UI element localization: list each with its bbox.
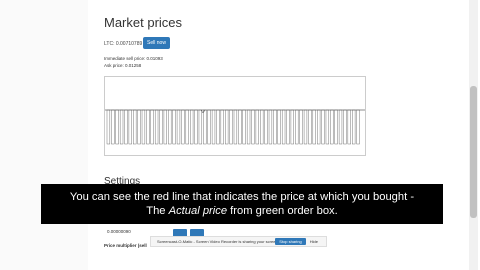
caption-line-2-italic: Actual price	[168, 205, 228, 217]
chart-bar	[325, 109, 330, 145]
chart-bar	[181, 109, 185, 145]
chart-bar	[124, 109, 128, 145]
chart-bar	[137, 109, 141, 145]
chart-bar	[260, 109, 264, 145]
chart-bar	[308, 109, 312, 145]
chart-bar	[185, 109, 189, 145]
chart-bar	[303, 109, 308, 145]
chart-bar	[159, 109, 163, 145]
price-multiplier-label: Price multiplier (sell	[104, 243, 147, 248]
caption-line-2: The Actual price from green order box.	[41, 204, 443, 218]
chart-bar	[163, 109, 167, 145]
chart-bar	[211, 109, 216, 145]
sell-now-button[interactable]: Sell now	[143, 37, 170, 49]
chart-bar	[281, 109, 286, 145]
stop-sharing-button[interactable]: Stop sharing	[275, 238, 306, 245]
caption-line-1: You can see the red line that indicates …	[69, 191, 415, 203]
chart-bar	[251, 109, 255, 145]
chart-bar	[317, 109, 321, 145]
chart-bar	[255, 109, 259, 145]
chart-bar	[238, 109, 242, 145]
left-margin	[0, 0, 88, 270]
chart-bar	[225, 109, 229, 145]
chart-bar	[246, 109, 251, 145]
chart-bar	[172, 109, 176, 145]
chart-bar	[299, 109, 303, 145]
chart-bar	[119, 109, 124, 145]
chart-bar	[216, 109, 220, 145]
ltc-balance: LTC: 0.00710789	[104, 41, 143, 47]
chart-bar	[198, 109, 203, 145]
chart-bar	[338, 109, 343, 145]
caption-line-2-suffix: from green order box.	[227, 205, 338, 217]
price-chart-svg	[105, 109, 365, 145]
caption-line-2-prefix: The	[146, 205, 169, 217]
chart-bar	[286, 109, 290, 145]
hide-button[interactable]: Hide	[310, 239, 318, 244]
chart-bar	[146, 109, 150, 145]
scrollbar-thumb[interactable]	[470, 86, 477, 218]
chart-bar	[106, 109, 111, 145]
chart-bar	[154, 109, 159, 145]
share-notification-text: Screencast-O-Matic - Screen Video Record…	[157, 239, 276, 244]
chart-bar	[352, 109, 356, 145]
chart-bar	[111, 109, 115, 145]
screen-share-notification: Screencast-O-Matic - Screen Video Record…	[150, 236, 327, 247]
ask-price: Ask price: 0.01258	[104, 63, 142, 68]
chart-bar	[133, 109, 137, 145]
chart-bar	[141, 109, 146, 145]
chart-bar	[356, 109, 360, 145]
chart-bar	[343, 109, 347, 145]
chart-bar	[190, 109, 194, 145]
chart-bar	[268, 109, 273, 145]
settings-input-value[interactable]: 0.00000090	[107, 229, 131, 234]
chart-bar	[347, 109, 351, 145]
browser-page: Market prices LTC: 0.00710789 Sell now I…	[0, 0, 480, 270]
video-caption: You can see the red line that indicates …	[41, 184, 443, 224]
chart-bar	[295, 109, 299, 145]
chart-bar	[334, 109, 338, 145]
chart-bar	[264, 109, 268, 145]
chart-bar	[277, 109, 281, 145]
chart-bar	[312, 109, 316, 145]
chart-bar	[115, 109, 119, 145]
chart-bar	[128, 109, 132, 145]
chart-bar	[207, 109, 211, 145]
chart-bar	[290, 109, 294, 145]
chart-bar	[233, 109, 238, 145]
price-chart	[104, 76, 366, 156]
chart-bar	[194, 109, 198, 145]
chart-bar	[203, 109, 207, 145]
chart-bar	[321, 109, 325, 145]
chart-bar	[176, 109, 181, 145]
immediate-sell-price: Immediate sell price: 0.01093	[104, 56, 163, 61]
page-title: Market prices	[104, 15, 183, 30]
chart-bar	[168, 109, 172, 145]
chart-bar	[242, 109, 246, 145]
chart-bar	[229, 109, 233, 145]
chart-bar	[220, 109, 224, 145]
chart-bar	[330, 109, 334, 145]
chart-bar	[273, 109, 277, 145]
chart-bar	[150, 109, 154, 145]
